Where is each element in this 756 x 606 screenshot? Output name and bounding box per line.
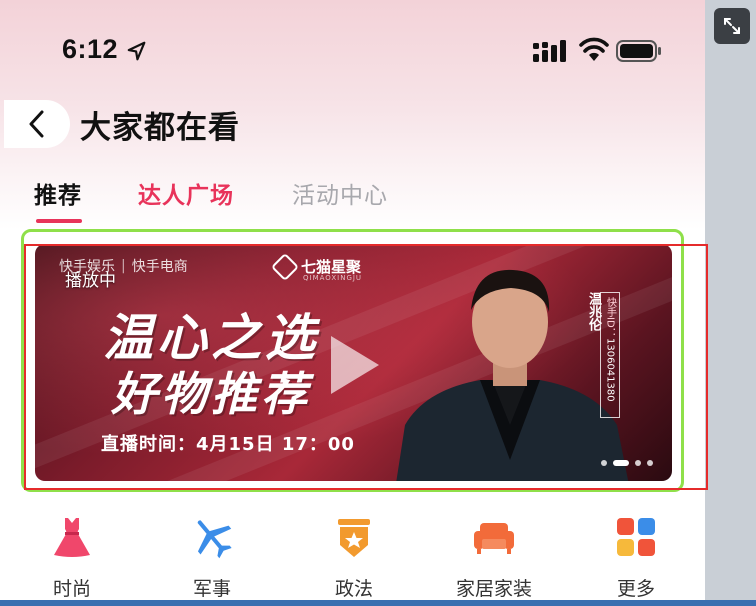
shield-star-icon: [338, 519, 370, 557]
page-title: 大家都在看: [80, 110, 240, 146]
dress-icon: [54, 518, 90, 557]
category-law[interactable]: 政法: [284, 515, 424, 601]
tab-recommend[interactable]: 推荐: [34, 176, 82, 210]
category-label: 时尚: [52, 578, 91, 600]
tab-influencer-plaza[interactable]: 达人广场: [138, 176, 234, 210]
wifi-icon: [579, 37, 609, 61]
location-arrow-icon: [127, 41, 146, 61]
back-button[interactable]: [4, 100, 70, 148]
category-label: 家居家装: [455, 578, 532, 600]
category-home[interactable]: 家居家装: [424, 515, 564, 601]
battery-icon: [616, 40, 661, 62]
category-label: 更多: [616, 578, 655, 600]
status-bar: 6:12: [0, 0, 705, 96]
bottom-edge: [0, 600, 756, 606]
tab-activity-center[interactable]: 活动中心: [292, 176, 388, 210]
category-row: 时尚 军事 政法 家居家装 更多: [0, 515, 705, 606]
expand-icon: [724, 18, 740, 34]
tab-bar: 推荐 达人广场 活动中心: [0, 170, 705, 226]
expand-button[interactable]: [714, 8, 750, 44]
signal-icon: [533, 40, 566, 62]
sofa-icon: [474, 523, 514, 554]
nav-bar: 大家都在看: [0, 96, 705, 152]
airplane-icon: [197, 520, 232, 559]
category-label: 军事: [192, 578, 231, 600]
status-time: 6:12: [62, 34, 119, 64]
category-military[interactable]: 军事: [142, 515, 282, 601]
highlight-box-red: [24, 244, 708, 490]
category-label: 政法: [334, 578, 373, 600]
grid-icon: [617, 518, 655, 556]
category-fashion[interactable]: 时尚: [2, 515, 142, 601]
chevron-left-icon: [29, 110, 44, 138]
category-more[interactable]: 更多: [566, 515, 705, 601]
tab-active-indicator: [36, 219, 82, 223]
